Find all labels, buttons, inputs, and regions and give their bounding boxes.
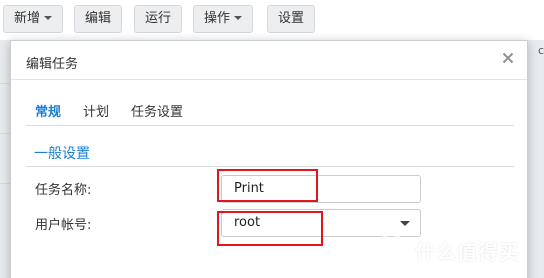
tab-task-settings[interactable]: 任务设置 [131,101,183,120]
run-button-label: 运行 [145,11,172,26]
background-edge-text: c [537,44,544,57]
section-title: 一般设置 [34,146,90,162]
new-button[interactable]: 新增 [3,5,64,33]
watermark-logo-char: 值 [382,242,399,261]
user-account-label: 用户帐号: [35,218,92,233]
dialog-header-divider [11,79,527,80]
new-button-label: 新增 [14,11,41,26]
action-button-label: 操作 [204,11,231,26]
section-divider [26,166,514,167]
watermark: 值 什么值得买 [375,232,520,268]
task-name-value: Print [234,181,264,196]
edit-button-label: 编辑 [85,11,112,26]
action-button[interactable]: 操作 [193,5,254,33]
settings-button[interactable]: 设置 [267,5,316,33]
watermark-logo: 值 [375,234,407,266]
tab-schedule[interactable]: 计划 [83,101,109,120]
dialog-title: 编辑任务 [26,57,79,72]
chevron-down-icon [400,221,410,226]
caret-down-icon [44,15,53,20]
close-icon[interactable] [499,49,517,67]
task-name-label: 任务名称: [35,183,92,198]
tab-general[interactable]: 常规 [35,101,61,120]
user-account-value: root [234,215,261,230]
settings-button-label: 设置 [278,11,305,26]
watermark-text: 什么值得买 [415,239,520,264]
run-button[interactable]: 运行 [134,5,183,33]
task-name-input[interactable]: Print [221,175,421,203]
caret-down-icon [234,15,243,20]
edit-button[interactable]: 编辑 [74,5,123,33]
toolbar: 新增 编辑 运行 操作 设置 [0,0,544,40]
tab-bar-divider [26,125,514,126]
